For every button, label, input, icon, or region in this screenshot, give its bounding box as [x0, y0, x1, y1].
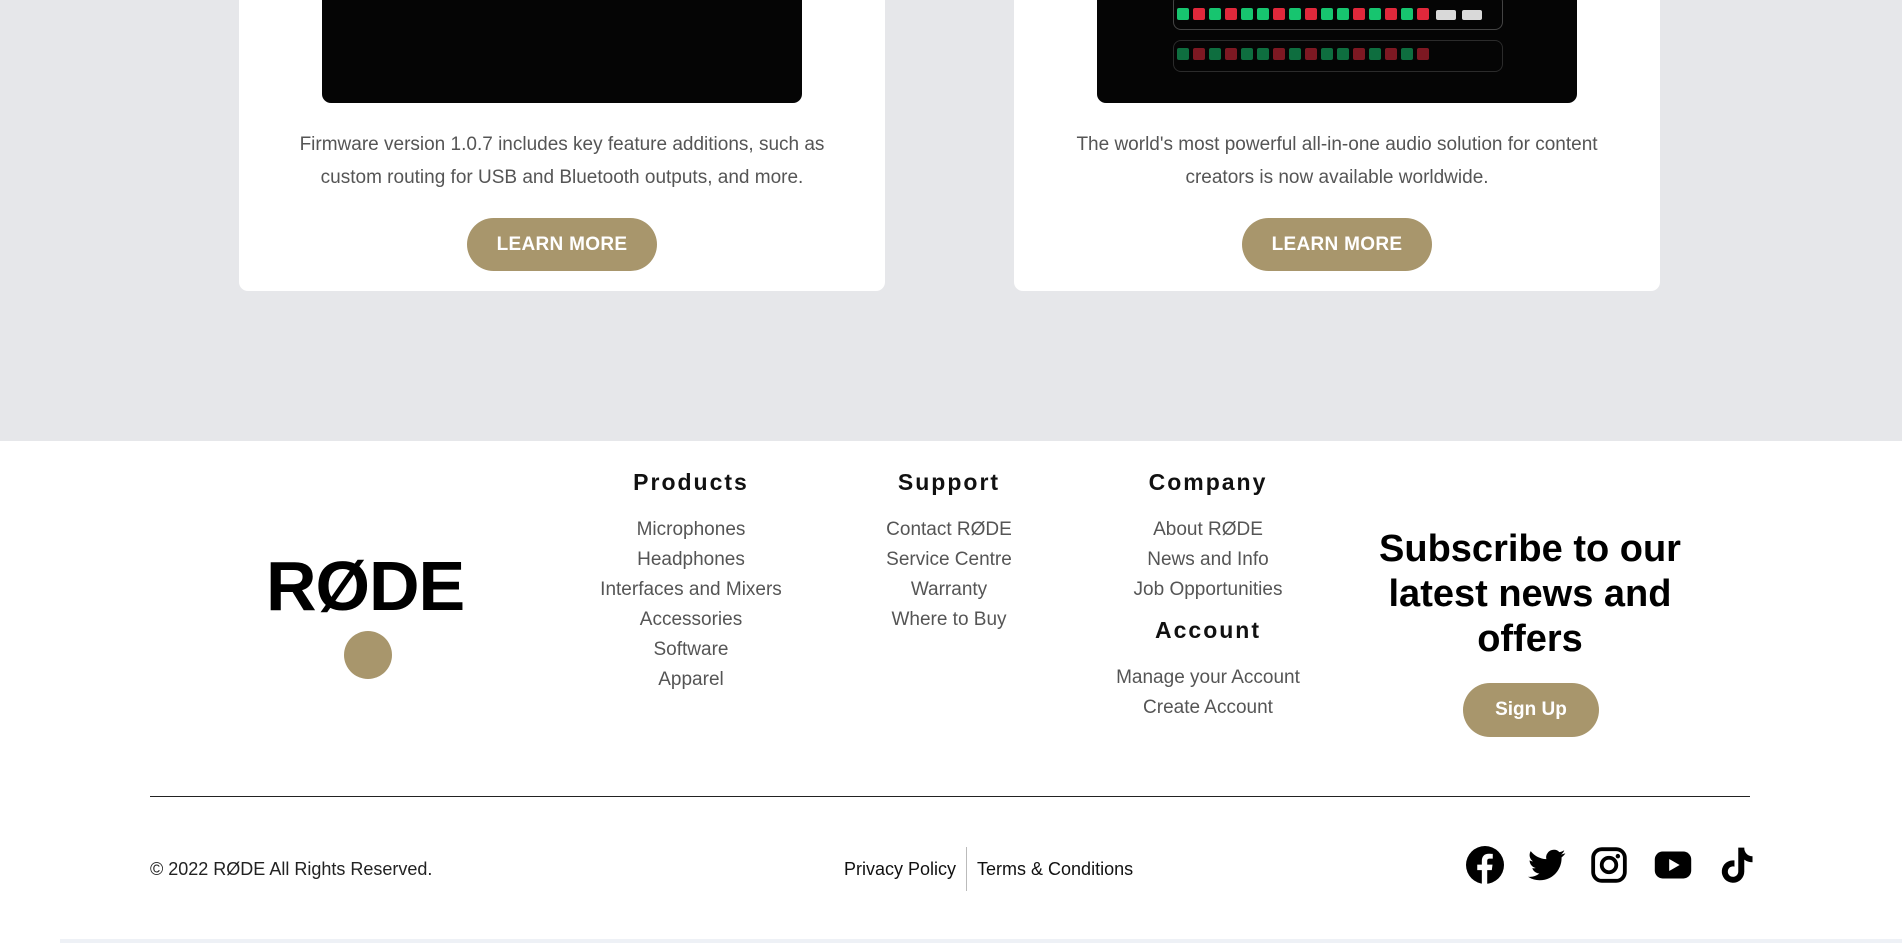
footer-link-news[interactable]: News and Info — [1108, 545, 1308, 575]
mixer-pads — [1177, 48, 1429, 60]
footer-link-microphones[interactable]: Microphones — [591, 515, 791, 545]
footer-link-accessories[interactable]: Accessories — [591, 605, 791, 635]
subscribe-title: Subscribe to our latest news and offers — [1379, 528, 1681, 660]
learn-more-button[interactable]: LEARN MORE — [1242, 218, 1432, 271]
instagram-icon[interactable] — [1590, 846, 1628, 884]
tiktok-icon[interactable] — [1718, 846, 1756, 884]
footer-link-where-to-buy[interactable]: Where to Buy — [849, 605, 1049, 635]
learn-more-button[interactable]: LEARN MORE — [467, 218, 657, 271]
logo-dot — [344, 631, 392, 679]
social-links — [1466, 846, 1756, 884]
sign-up-button[interactable]: Sign Up — [1463, 683, 1599, 737]
site-footer: RØDE Products Microphones Headphones Int… — [0, 441, 1902, 943]
footer-link-apparel[interactable]: Apparel — [591, 665, 791, 695]
footer-column-support: Support Contact RØDE Service Centre Warr… — [849, 467, 1049, 635]
column-heading: Products — [633, 469, 749, 495]
card-description: The world's most powerful all-in-one aud… — [1076, 134, 1598, 188]
column-heading-account: Account — [1155, 617, 1261, 643]
facebook-icon[interactable] — [1466, 846, 1504, 884]
news-card-product: The world's most powerful all-in-one aud… — [1014, 0, 1660, 291]
terms-link[interactable]: Terms & Conditions — [967, 859, 1143, 880]
footer-link-warranty[interactable]: Warranty — [849, 575, 1049, 605]
youtube-icon[interactable] — [1652, 846, 1694, 884]
rode-logo[interactable]: RØDE — [266, 551, 465, 621]
column-heading: Company — [1148, 469, 1268, 495]
footer-link-create-account[interactable]: Create Account — [1108, 693, 1308, 723]
footer-divider — [150, 796, 1750, 797]
footer-column-products: Products Microphones Headphones Interfac… — [591, 467, 791, 695]
card-image-mixer — [1097, 0, 1577, 103]
footer-link-manage-account[interactable]: Manage your Account — [1108, 663, 1308, 693]
card-description: Firmware version 1.0.7 includes key feat… — [299, 134, 825, 188]
mixer-pads — [1177, 8, 1429, 20]
footer-link-about[interactable]: About RØDE — [1108, 515, 1308, 545]
twitter-icon[interactable] — [1528, 846, 1566, 884]
column-heading: Support — [897, 469, 1001, 495]
footer-link-contact[interactable]: Contact RØDE — [849, 515, 1049, 545]
copyright-text: © 2022 RØDE All Rights Reserved. — [150, 859, 433, 879]
footer-link-headphones[interactable]: Headphones — [591, 545, 791, 575]
bottom-edge — [60, 939, 1902, 943]
footer-column-company: Company About RØDE News and Info Job Opp… — [1108, 467, 1308, 723]
footer-link-software[interactable]: Software — [591, 635, 791, 665]
card-image — [322, 0, 802, 103]
footer-link-interfaces[interactable]: Interfaces and Mixers — [591, 575, 791, 605]
footer-link-jobs[interactable]: Job Opportunities — [1108, 575, 1308, 605]
privacy-policy-link[interactable]: Privacy Policy — [834, 859, 966, 880]
news-section: Firmware version 1.0.7 includes key feat… — [0, 0, 1902, 441]
legal-links: Privacy Policy Terms & Conditions — [834, 847, 1143, 891]
footer-link-service-centre[interactable]: Service Centre — [849, 545, 1049, 575]
news-card-firmware: Firmware version 1.0.7 includes key feat… — [239, 0, 885, 291]
